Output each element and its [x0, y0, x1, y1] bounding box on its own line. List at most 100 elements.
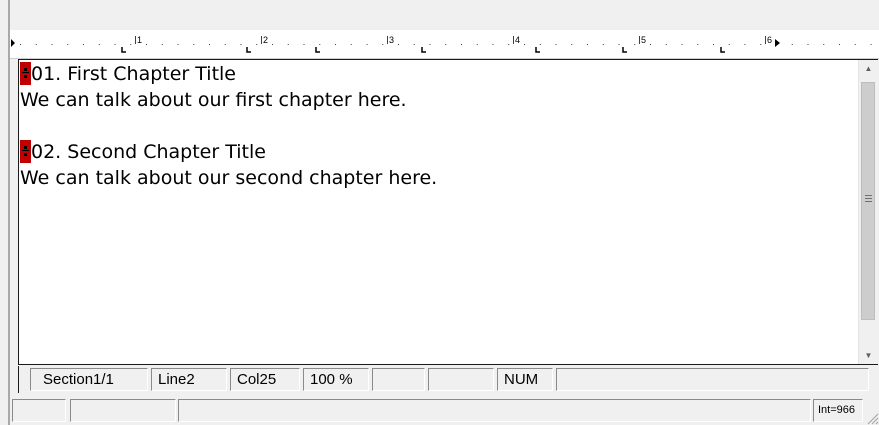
ruler-major-tick [387, 36, 388, 44]
ruler-dot [303, 44, 305, 45]
paragraph-line[interactable]: We can talk about our second chapter her… [20, 165, 856, 191]
status-bar: Section1/1 Line2 Col25 100 % NUM [18, 366, 878, 393]
ruler-dot [429, 44, 431, 45]
top-strip [0, 0, 879, 30]
ruler-dot [650, 44, 651, 45]
ruler-dot [791, 44, 793, 45]
chapter-heading-line[interactable]: 02. Second Chapter Title [20, 139, 856, 165]
ruler-dot [602, 44, 604, 45]
ruler-dot [398, 44, 399, 45]
ruler-dot [319, 44, 321, 45]
ruler-dot [854, 44, 856, 45]
ruler-number: 6 [767, 35, 772, 45]
ruler-dot [445, 44, 447, 45]
empty-line[interactable] [20, 113, 856, 139]
scroll-down-icon[interactable]: ▼ [859, 347, 878, 364]
ruler-major-tick [513, 36, 514, 44]
ruler-dot [382, 44, 384, 45]
ruler-dot [807, 44, 809, 45]
ruler-dot [744, 44, 746, 45]
status-section: Section1/1 [30, 368, 148, 391]
scrollbar-thumb[interactable] [861, 82, 875, 320]
ruler-number: 3 [389, 35, 394, 45]
chapter-heading-text: 01. First Chapter Title [31, 63, 237, 85]
bottom-field-3 [178, 399, 811, 422]
bookmark-marker-icon [20, 62, 31, 85]
ruler[interactable]: 1 2 3 4 5 6 [10, 30, 879, 59]
ruler-dot [350, 44, 352, 45]
ruler-dot [681, 44, 683, 45]
scroll-up-icon[interactable]: ▲ [859, 60, 878, 77]
bookmark-marker-icon [20, 140, 31, 163]
ruler-dot [571, 44, 573, 45]
ruler-dot [618, 44, 620, 45]
tab-stop-icon [720, 47, 725, 53]
left-border [8, 0, 10, 425]
paragraph-text: We can talk about our first chapter here… [20, 89, 407, 111]
resize-grip-icon[interactable] [865, 411, 879, 425]
tab-stop-icon [121, 47, 126, 53]
ruler-dot [35, 44, 37, 45]
ruler-dot [870, 44, 872, 45]
tab-stop-icon [246, 47, 251, 53]
ruler-dot [413, 44, 415, 45]
ruler-dot [51, 44, 53, 45]
tab-stop-icon [622, 47, 627, 53]
ruler-dot [256, 44, 258, 45]
ruler-dot [461, 44, 462, 45]
status-column: Col25 [230, 368, 300, 391]
ruler-dot [728, 44, 730, 45]
ruler-major-tick [135, 36, 136, 44]
ruler-dot [839, 44, 840, 45]
ruler-dot [114, 44, 116, 45]
ruler-number: 2 [263, 35, 268, 45]
status-field-6 [428, 368, 494, 391]
ruler-dot [587, 44, 588, 45]
ruler-dot [492, 44, 494, 45]
vertical-scrollbar[interactable]: ▲ ▼ [858, 60, 878, 364]
ruler-dot [83, 44, 84, 45]
status-zoom: 100 % [303, 368, 369, 391]
ruler-dot [524, 44, 525, 45]
ruler-dot [224, 44, 226, 45]
int-value: Int=966 [813, 399, 863, 422]
ruler-dot [98, 44, 100, 45]
paragraph-line[interactable]: We can talk about our first chapter here… [20, 87, 856, 113]
ruler-dot [335, 44, 336, 45]
chapter-heading-line[interactable]: 01. First Chapter Title [20, 61, 856, 87]
ruler-dot [508, 44, 510, 45]
left-indent-icon [11, 39, 15, 47]
ruler-dot [161, 44, 163, 45]
status-field-5 [372, 368, 425, 391]
ruler-dot [539, 44, 541, 45]
status-field-8 [556, 368, 869, 391]
tab-stop-icon [535, 47, 540, 53]
tab-stop-icon [421, 47, 426, 53]
bottom-field-2 [70, 399, 176, 422]
status-num-lock: NUM [497, 368, 553, 391]
document-editor[interactable]: 01. First Chapter Title We can talk abou… [18, 59, 878, 365]
ruler-major-tick [765, 36, 766, 44]
ruler-dot [177, 44, 179, 45]
ruler-number: 5 [641, 35, 646, 45]
ruler-dot [240, 44, 242, 45]
ruler-number: 4 [515, 35, 520, 45]
ruler-dot [823, 44, 825, 45]
chapter-heading-text: 02. Second Chapter Title [31, 141, 266, 163]
ruler-dot [146, 44, 147, 45]
status-line: Line2 [151, 368, 227, 391]
ruler-major-tick [261, 36, 262, 44]
bottom-field-1 [12, 399, 66, 422]
grip-lines-icon [865, 195, 872, 204]
bottom-status-bar: Int=966 [10, 396, 879, 425]
ruler-dot [130, 44, 132, 45]
ruler-dot [760, 44, 762, 45]
ruler-dot [713, 44, 714, 45]
tab-stop-icon [315, 47, 320, 53]
ruler-dot [697, 44, 699, 45]
paragraph-text: We can talk about our second chapter her… [20, 167, 438, 189]
ruler-dot [287, 44, 289, 45]
document-text-area[interactable]: 01. First Chapter Title We can talk abou… [20, 61, 856, 364]
ruler-dot [476, 44, 478, 45]
ruler-dot [272, 44, 273, 45]
